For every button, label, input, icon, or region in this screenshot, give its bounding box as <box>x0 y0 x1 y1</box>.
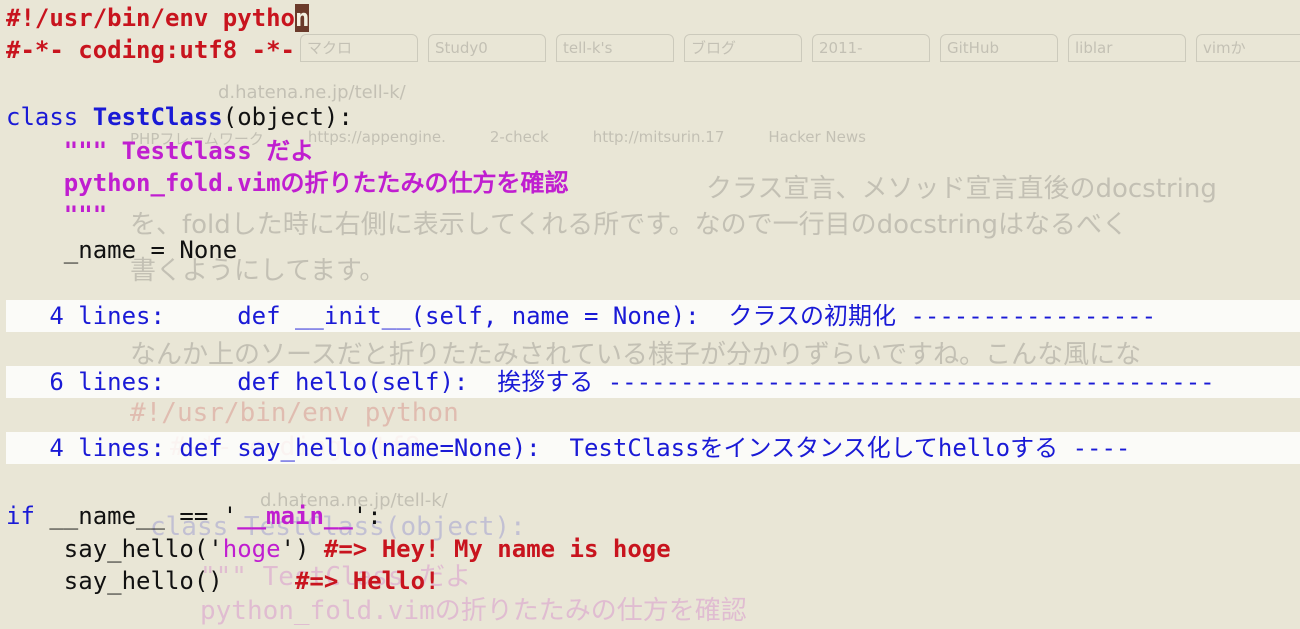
class-keyword: class <box>6 103 93 131</box>
if-condition: __name__ == ' <box>34 502 238 530</box>
inline-comment: #=> Hello! <box>294 567 440 595</box>
ghost-bookmark: Hacker News <box>768 128 866 146</box>
ghost-tab: ブログ <box>684 34 802 62</box>
if-main-line[interactable]: if __name__ == '__main__': <box>6 500 382 532</box>
say-hello-call-line[interactable]: say_hello() #=> Hello! <box>6 565 440 597</box>
name-assignment-line[interactable]: _name = None <box>6 234 237 266</box>
docstring-line[interactable]: """ TestClass だよ <box>6 135 314 167</box>
ghost-tab: Study0 <box>428 34 546 62</box>
class-declaration-line[interactable]: class TestClass(object): <box>6 101 353 133</box>
call-string: hoge <box>222 535 281 563</box>
class-bases: (object): <box>222 103 353 131</box>
call-text: say_hello() <box>6 567 295 595</box>
ghost-url: d.hatena.ne.jp/tell-k/ <box>218 82 406 103</box>
text-cursor: n <box>294 4 310 32</box>
ghost-tab: GitHub <box>940 34 1058 62</box>
docstring-line[interactable]: """ <box>6 199 107 231</box>
ghost-bookmark: 2-check <box>489 128 549 146</box>
docstring-line[interactable]: python_fold.vimの折りたたみの仕方を確認 <box>6 167 569 199</box>
ghost-bookmark: http://mitsurin.17 <box>592 128 725 146</box>
coding-line[interactable]: #-*- coding:utf8 -*- <box>6 34 295 66</box>
ghost-tab: マクロ <box>300 34 418 62</box>
inline-comment: #=> Hey! My name is hoge <box>323 535 671 563</box>
ghost-code: #!/usr/bin/env python <box>130 398 459 428</box>
if-colon: ': <box>352 502 382 530</box>
call-text: say_hello(' <box>6 535 223 563</box>
fold-init-method[interactable]: 4 lines: def __init__(self, name = None)… <box>6 300 1300 332</box>
fold-hello-method[interactable]: 6 lines: def hello(self): 挨拶する ---------… <box>6 366 1300 398</box>
ghost-tab-strip: マクロ Study0 tell-k's ブログ 2011- GitHub lib… <box>300 34 1300 62</box>
if-keyword: if <box>6 502 35 530</box>
call-text: ') <box>280 535 324 563</box>
class-name: TestClass <box>92 103 223 131</box>
shebang-line[interactable]: #!/usr/bin/env python <box>6 2 310 34</box>
ghost-tab: vimか <box>1196 34 1300 62</box>
ghost-tab: 2011- <box>812 34 930 62</box>
shebang-text: #!/usr/bin/env pytho <box>6 4 295 32</box>
fold-say-hello-function[interactable]: 4 lines: def say_hello(name=None): TestC… <box>6 432 1300 464</box>
ghost-tab: tell-k's <box>556 34 674 62</box>
say-hello-call-line[interactable]: say_hello('hoge') #=> Hey! My name is ho… <box>6 533 671 565</box>
ghost-paragraph: クラス宣言、メソッド宣言直後のdocstring <box>706 174 1217 204</box>
ghost-paragraph: を、foldした時に右側に表示してくれる所です。なので一行目のdocstring… <box>130 210 1128 240</box>
ghost-tab: liblar <box>1068 34 1186 62</box>
main-string: __main__ <box>237 502 353 530</box>
